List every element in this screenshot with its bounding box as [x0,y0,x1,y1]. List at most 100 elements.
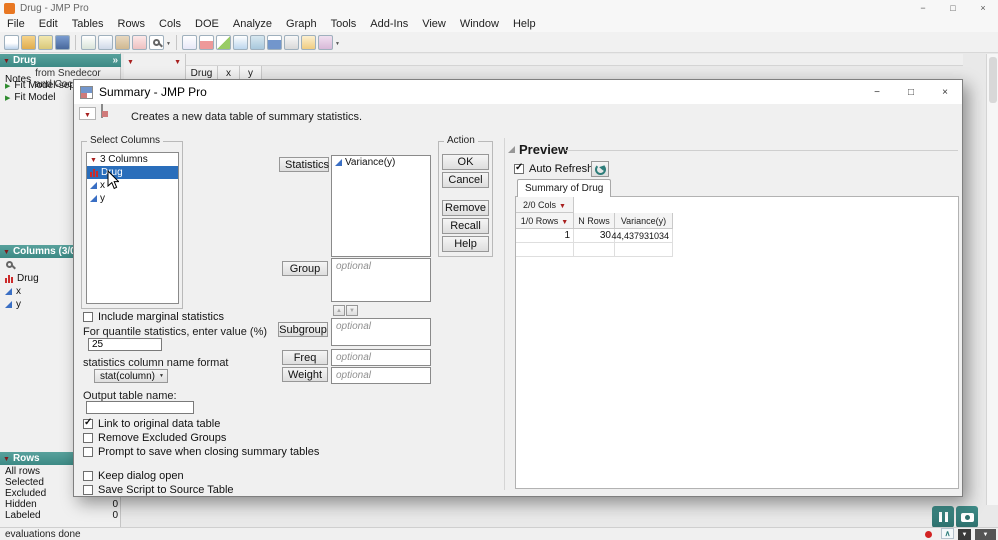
statistics-list[interactable]: Variance(y) [331,155,431,257]
formula-icon[interactable] [300,34,316,50]
column-item-y[interactable]: y [87,192,178,205]
preview-row-number[interactable]: 1 [516,229,574,243]
subgroup-button[interactable]: Subgroup [278,322,328,337]
new-script-icon[interactable] [181,34,197,50]
columns-menu-icon[interactable] [174,55,181,67]
caret-up-button[interactable] [941,528,954,539]
columns-panel-menu-icon[interactable] [3,246,10,257]
data-filter-icon[interactable] [249,34,265,50]
menu-addins[interactable]: Add-Ins [363,17,415,31]
save-icon[interactable] [55,34,70,50]
paste-icon[interactable] [115,34,130,50]
vertical-scrollbar[interactable] [986,54,998,505]
column-list-menu-icon[interactable] [90,154,97,165]
distribution-icon[interactable] [198,34,214,50]
tab-summary-of-drug[interactable]: Summary of Drug [517,179,612,197]
print-icon[interactable] [81,34,96,50]
script-run-icon[interactable] [5,92,10,103]
marginal-stats-checkbox[interactable] [83,312,93,322]
graph-builder-icon[interactable] [232,34,248,50]
save-script-checkbox[interactable] [83,485,93,495]
search-dropdown-icon[interactable] [166,36,171,48]
cancel-button[interactable]: Cancel [442,172,489,188]
close-button[interactable]: × [968,0,998,16]
fit-y-by-x-icon[interactable] [215,34,231,50]
cols-menu-icon[interactable] [559,200,566,210]
column-list[interactable]: 3 Columns Drug x y [86,152,179,304]
preview-cell-variance[interactable]: 44,437931034 [611,229,673,243]
link-original-checkbox[interactable] [83,417,93,429]
quantile-input[interactable] [88,338,162,351]
move-down-button[interactable] [346,305,358,316]
dropdown-button[interactable] [958,529,971,540]
weight-box[interactable]: optional [331,367,431,384]
preview-cell-nrows[interactable]: 30 [574,229,615,243]
menu-cols[interactable]: Cols [152,17,188,31]
column-item-x[interactable]: x [87,179,178,192]
script-run-icon[interactable] [5,80,10,91]
journal-icon[interactable] [38,34,53,50]
keep-open-checkbox[interactable] [83,471,93,481]
clear-icon[interactable] [132,34,147,50]
menu-tools[interactable]: Tools [324,17,364,31]
status-menu-button[interactable] [975,529,996,540]
new-data-table-icon[interactable] [4,34,19,50]
remove-excluded-checkbox[interactable] [83,433,93,443]
subgroup-box[interactable]: optional [331,318,431,346]
refresh-button[interactable] [591,161,609,177]
move-up-button[interactable] [333,305,345,316]
help-button[interactable]: Help [442,236,489,252]
disclosure-icon[interactable] [508,146,515,153]
freq-box[interactable]: optional [331,349,431,366]
log-status-icon[interactable] [925,531,932,538]
snapshot-button[interactable] [956,506,978,528]
menu-graph[interactable]: Graph [279,17,324,31]
preview-header[interactable]: Preview [508,142,568,157]
sort-icon[interactable] [283,34,299,50]
menu-rows[interactable]: Rows [111,17,153,31]
auto-refresh-checkbox[interactable] [514,162,524,174]
menu-window[interactable]: Window [453,17,506,31]
menu-analyze[interactable]: Analyze [226,17,279,31]
weight-button[interactable]: Weight [282,367,328,382]
dialog-minimize-button[interactable]: − [860,81,894,104]
menu-file[interactable]: File [0,17,32,31]
preview-rows-menu[interactable]: 1/0 Rows [516,213,574,229]
freq-button[interactable]: Freq [282,350,328,365]
dialog-close-button[interactable]: × [928,81,962,104]
search-icon[interactable] [149,34,164,50]
toolbar-overflow-icon[interactable] [335,36,340,48]
table-panel-menu-icon[interactable] [3,55,10,66]
menu-help[interactable]: Help [506,17,543,31]
open-icon[interactable] [21,34,36,50]
summary-icon[interactable] [266,34,282,50]
table-menu-icon[interactable] [127,55,134,67]
pause-button[interactable] [932,506,954,528]
menu-view[interactable]: View [415,17,453,31]
rows-panel-menu-icon[interactable] [3,453,10,464]
rows-menu-icon[interactable] [561,216,568,226]
statistics-item-variance[interactable]: Variance(y) [332,156,430,169]
recall-button[interactable]: Recall [442,218,489,234]
panel-collapse-icon[interactable] [112,55,118,66]
columns-filter-icon[interactable] [6,261,13,268]
prompt-save-checkbox[interactable] [83,447,93,457]
menu-tables[interactable]: Tables [65,17,111,31]
scrollbar-thumb[interactable] [989,57,997,103]
name-format-dropdown[interactable]: stat(column) [94,369,168,383]
annotate-icon[interactable] [317,34,333,50]
output-table-input[interactable] [86,401,194,414]
preview-cols-menu[interactable]: 2/0 Cols [516,197,574,213]
copy-icon[interactable] [98,34,113,50]
table-panel-header[interactable]: Drug [0,54,121,67]
statistics-button[interactable]: Statistics [279,157,329,172]
column-list-header[interactable]: 3 Columns [87,153,178,166]
summary-hotspot-button[interactable] [79,107,96,120]
dialog-maximize-button[interactable]: □ [894,81,928,104]
menu-edit[interactable]: Edit [32,17,65,31]
group-box[interactable]: optional [331,258,431,302]
preview-header-nrows[interactable]: N Rows [574,213,615,229]
column-item-drug[interactable]: Drug [87,166,178,179]
ok-button[interactable]: OK [442,154,489,170]
remove-button[interactable]: Remove [442,200,489,216]
